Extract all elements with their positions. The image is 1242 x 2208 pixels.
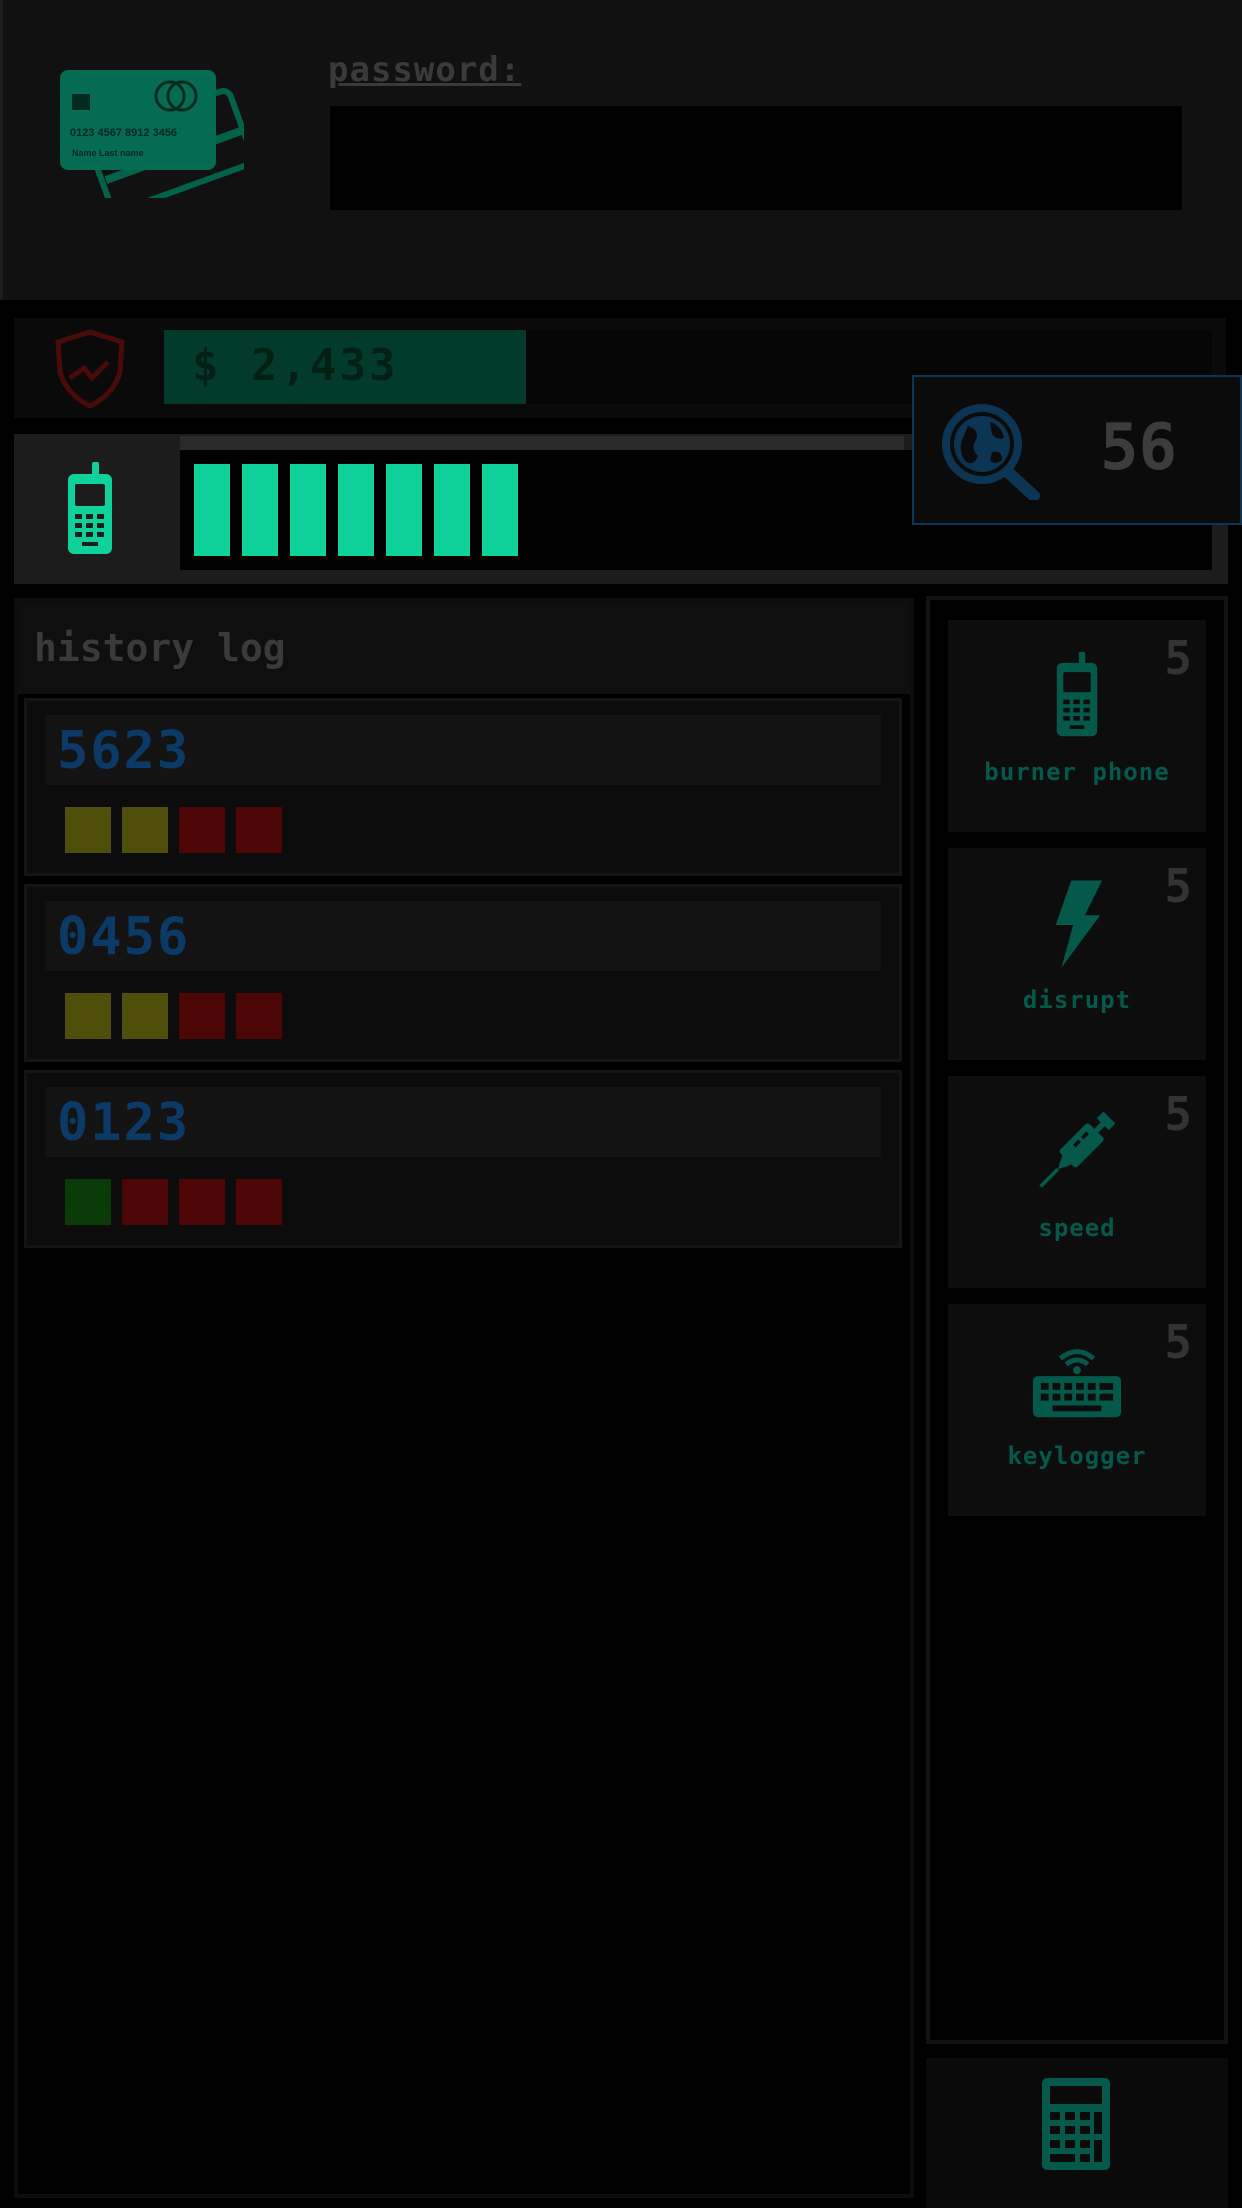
tool-count: 5 xyxy=(1164,859,1192,913)
lightning-icon xyxy=(1048,878,1106,974)
signal-segment xyxy=(386,464,422,556)
signal-segment xyxy=(482,464,518,556)
tool-label: disrupt xyxy=(1022,986,1132,1014)
history-entry: 5623 xyxy=(24,698,902,876)
tool-speed[interactable]: 5 speed xyxy=(948,1076,1206,1288)
card-name-text: Name Last name xyxy=(72,148,144,158)
tool-label: keylogger xyxy=(1007,1442,1147,1470)
history-result-mark xyxy=(236,993,282,1039)
calculator-icon[interactable] xyxy=(1040,2076,1112,2172)
signal-segment xyxy=(242,464,278,556)
trace-value: 56 xyxy=(1100,411,1178,485)
history-log-title: history log xyxy=(34,626,286,670)
tool-count: 5 xyxy=(1164,1315,1192,1369)
keyboard-wifi-icon xyxy=(1031,1340,1123,1424)
signal-segment xyxy=(434,464,470,556)
password-input[interactable] xyxy=(330,106,1182,210)
tool-disrupt[interactable]: 5 disrupt xyxy=(948,848,1206,1060)
tool-count: 5 xyxy=(1164,1087,1192,1141)
card-number-text: 0123 4567 8912 3456 xyxy=(70,127,177,139)
history-result-mark xyxy=(65,993,111,1039)
history-result-mark xyxy=(65,807,111,853)
cell-phone-icon xyxy=(68,462,112,554)
history-entry: 0123 xyxy=(24,1070,902,1248)
history-code: 0123 xyxy=(57,1093,191,1153)
password-label: password: xyxy=(328,50,522,90)
money-amount: $ 2,433 xyxy=(192,340,399,391)
history-result-mark xyxy=(122,1179,168,1225)
history-result-mark xyxy=(65,1179,111,1225)
history-result-mark xyxy=(236,807,282,853)
signal-segment xyxy=(290,464,326,556)
history-result-mark xyxy=(122,807,168,853)
signal-segment xyxy=(338,464,374,556)
signal-segment xyxy=(194,464,230,556)
history-result-mark xyxy=(179,1179,225,1225)
signal-bar-divider xyxy=(180,436,904,450)
shield-icon xyxy=(55,329,125,408)
history-entry: 0456 xyxy=(24,884,902,1062)
history-result-mark xyxy=(122,993,168,1039)
syringe-icon xyxy=(1033,1106,1121,1198)
tool-keylogger[interactable]: 5 keylogger xyxy=(948,1304,1206,1516)
tool-label: burner phone xyxy=(984,758,1170,786)
cell-phone-icon xyxy=(1055,650,1099,744)
history-result-mark xyxy=(179,993,225,1039)
history-result-mark xyxy=(236,1179,282,1225)
credit-card-icon: 0123 4567 8912 3456 Name Last name xyxy=(60,70,244,198)
history-code: 5623 xyxy=(57,721,191,781)
history-result-mark xyxy=(179,807,225,853)
globe-search-icon xyxy=(942,404,1040,500)
history-code: 0456 xyxy=(57,907,191,967)
tool-label: speed xyxy=(1038,1214,1116,1242)
tool-burner-phone[interactable]: 5 burner phone xyxy=(948,620,1206,832)
tool-count: 5 xyxy=(1164,631,1192,685)
